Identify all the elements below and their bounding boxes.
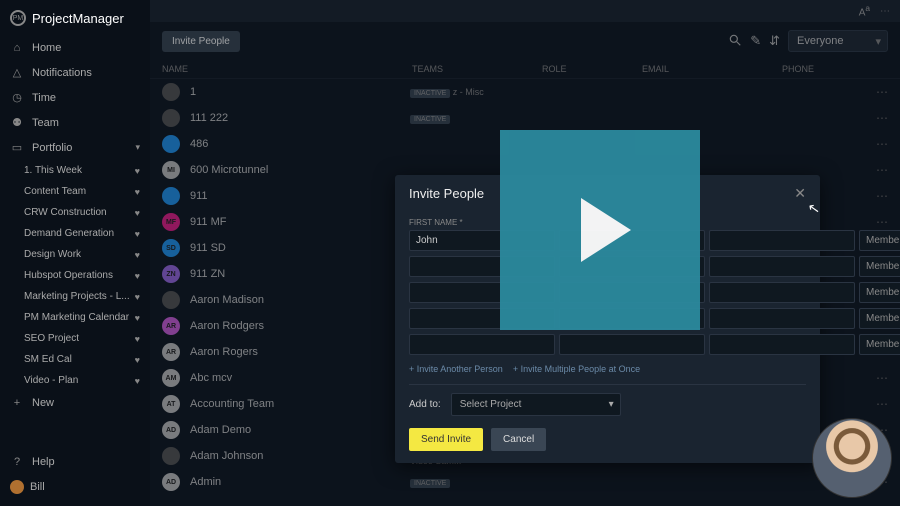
help-icon: ? bbox=[10, 456, 24, 468]
email-input[interactable] bbox=[709, 282, 855, 303]
email-input[interactable] bbox=[709, 308, 855, 329]
nav-label: Team bbox=[32, 117, 59, 129]
favorite-icon[interactable]: ♥ bbox=[135, 208, 140, 218]
portfolio-label: Video - Plan bbox=[24, 375, 78, 386]
sidebar-item-help[interactable]: ? Help bbox=[0, 450, 150, 474]
portfolio-label: Design Work bbox=[24, 249, 81, 260]
portfolio-label: Marketing Projects - L... bbox=[24, 291, 130, 302]
portfolio-item[interactable]: Content Team ♥ bbox=[18, 181, 150, 202]
play-icon bbox=[581, 198, 631, 262]
nav-label: Time bbox=[32, 92, 56, 104]
nav-icon: ⚉ bbox=[10, 116, 24, 129]
portfolio-item[interactable]: SEO Project ♥ bbox=[18, 328, 150, 349]
portfolio-label: 1. This Week bbox=[24, 165, 82, 176]
briefcase-icon: ▭ bbox=[10, 141, 24, 154]
portfolio-item[interactable]: Design Work ♥ bbox=[18, 244, 150, 265]
plus-icon: + bbox=[10, 397, 24, 409]
portfolio-item[interactable]: Hubspot Operations ♥ bbox=[18, 265, 150, 286]
portfolio-item[interactable]: 1. This Week ♥ bbox=[18, 160, 150, 181]
email-input[interactable] bbox=[709, 256, 855, 277]
role-select[interactable]: Member ▾ bbox=[859, 256, 900, 277]
chevron-down-icon: ▾ bbox=[135, 142, 140, 153]
sidebar-item-notifications[interactable]: △ Notifications bbox=[0, 60, 150, 85]
portfolio-label: Demand Generation bbox=[24, 228, 114, 239]
portfolio-label: PM Marketing Calendar bbox=[24, 312, 129, 323]
role-select[interactable]: Member ▾ bbox=[859, 230, 900, 251]
last-name-input[interactable] bbox=[559, 334, 705, 355]
project-select[interactable]: Select Project bbox=[451, 393, 621, 416]
sidebar-item-new[interactable]: + New bbox=[0, 391, 150, 415]
add-to-label: Add to: bbox=[409, 399, 441, 410]
cancel-button[interactable]: Cancel bbox=[491, 428, 546, 451]
sidebar-item-portfolio[interactable]: ▭ Portfolio ▾ bbox=[0, 135, 150, 160]
user-name: Bill bbox=[30, 481, 45, 493]
portfolio-item[interactable]: Video - Plan ♥ bbox=[18, 370, 150, 391]
favorite-icon[interactable]: ♥ bbox=[135, 229, 140, 239]
sidebar-item-team[interactable]: ⚉ Team bbox=[0, 110, 150, 135]
portfolio-item[interactable]: SM Ed Cal ♥ bbox=[18, 349, 150, 370]
email-input[interactable] bbox=[709, 334, 855, 355]
nav-icon: △ bbox=[10, 66, 24, 79]
nav-icon: ◷ bbox=[10, 91, 24, 104]
favorite-icon[interactable]: ♥ bbox=[135, 187, 140, 197]
portfolio-label: Hubspot Operations bbox=[24, 270, 113, 281]
invite-row: Member ▾ 🗑 bbox=[409, 334, 806, 355]
role-select[interactable]: Member ▾ bbox=[859, 282, 900, 303]
favorite-icon[interactable]: ♥ bbox=[135, 313, 140, 323]
video-play-button[interactable] bbox=[500, 130, 700, 330]
new-label: New bbox=[32, 397, 54, 409]
invite-another-link[interactable]: + Invite Another Person bbox=[409, 364, 503, 374]
invite-links: + Invite Another Person + Invite Multipl… bbox=[409, 360, 806, 384]
sidebar-item-time[interactable]: ◷ Time bbox=[0, 85, 150, 110]
role-select[interactable]: Member ▾ bbox=[859, 308, 900, 329]
nav-label: Notifications bbox=[32, 67, 92, 79]
portfolio-item[interactable]: Demand Generation ♥ bbox=[18, 223, 150, 244]
nav-label: Home bbox=[32, 42, 61, 54]
favorite-icon[interactable]: ♥ bbox=[135, 355, 140, 365]
portfolio-label: SM Ed Cal bbox=[24, 354, 72, 365]
main: Aa ⋯ Invite People ✎ ⇵ Everyone NAME TEA… bbox=[150, 0, 900, 506]
brand: PM ProjectManager bbox=[0, 6, 150, 36]
nav-icon: ⌂ bbox=[10, 42, 24, 54]
role-select[interactable]: Member ▾ bbox=[859, 334, 900, 355]
send-invite-button[interactable]: Send Invite bbox=[409, 428, 483, 451]
portfolio-item[interactable]: Marketing Projects - L... ♥ bbox=[18, 286, 150, 307]
modal-title: Invite People bbox=[409, 186, 484, 201]
favorite-icon[interactable]: ♥ bbox=[135, 271, 140, 281]
portfolio-label: CRW Construction bbox=[24, 207, 107, 218]
sidebar-item-home[interactable]: ⌂ Home bbox=[0, 36, 150, 60]
portfolio-label: Portfolio bbox=[32, 142, 72, 154]
current-user[interactable]: Bill bbox=[0, 474, 150, 500]
favorite-icon[interactable]: ♥ bbox=[135, 166, 140, 176]
help-label: Help bbox=[32, 456, 55, 468]
email-input[interactable] bbox=[709, 230, 855, 251]
portfolio-item[interactable]: PM Marketing Calendar ♥ bbox=[18, 307, 150, 328]
close-icon[interactable]: ✕ bbox=[794, 185, 806, 202]
avatar bbox=[10, 480, 24, 494]
brand-name: ProjectManager bbox=[32, 11, 124, 26]
nav: ⌂ Home △ Notifications ◷ Time ⚉ Team ▭ Portfoli… bbox=[0, 36, 150, 450]
invite-multiple-link[interactable]: + Invite Multiple People at Once bbox=[513, 364, 640, 374]
portfolio-item[interactable]: CRW Construction ♥ bbox=[18, 202, 150, 223]
portfolio-label: SEO Project bbox=[24, 333, 79, 344]
favorite-icon[interactable]: ♥ bbox=[135, 292, 140, 302]
sidebar: PM ProjectManager ⌂ Home △ Notifications ◷ Ti… bbox=[0, 0, 150, 506]
favorite-icon[interactable]: ♥ bbox=[135, 376, 140, 386]
brand-logo: PM bbox=[10, 10, 26, 26]
portfolio-label: Content Team bbox=[24, 186, 86, 197]
favorite-icon[interactable]: ♥ bbox=[135, 334, 140, 344]
presenter-avatar bbox=[812, 418, 892, 498]
favorite-icon[interactable]: ♥ bbox=[135, 250, 140, 260]
first-name-input[interactable] bbox=[409, 334, 555, 355]
